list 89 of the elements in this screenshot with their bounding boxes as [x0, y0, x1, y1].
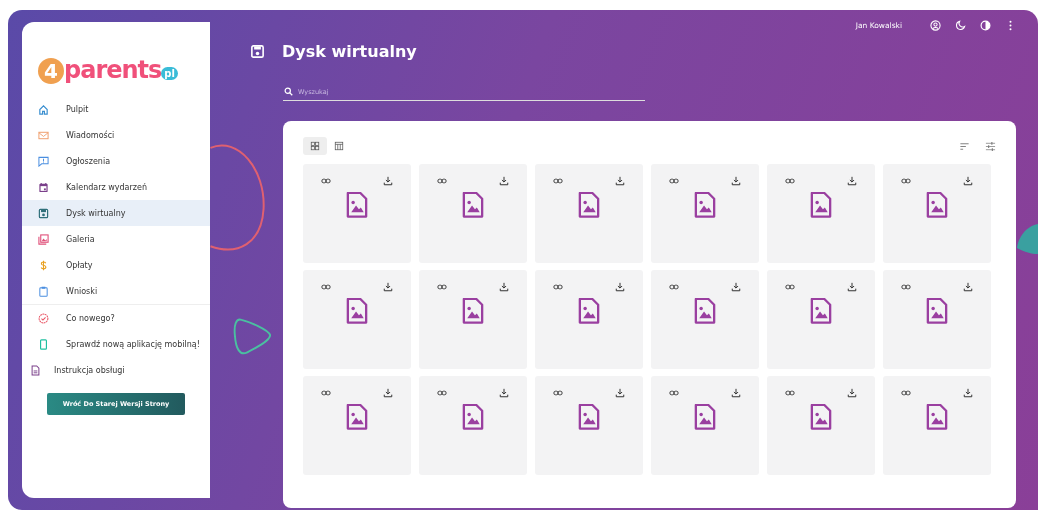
download-icon[interactable]	[963, 176, 973, 186]
image-file-icon	[926, 192, 948, 218]
table-view-icon	[334, 141, 344, 151]
link-icon[interactable]	[321, 176, 331, 186]
logo-suffix: pl	[161, 67, 178, 80]
sidebar-item[interactable]: Wiadomości	[22, 122, 210, 148]
sort-icon[interactable]	[959, 140, 970, 152]
link-icon[interactable]	[553, 282, 563, 292]
decorative-blob	[1016, 222, 1038, 256]
download-icon[interactable]	[847, 388, 857, 398]
image-file-icon	[694, 298, 716, 324]
link-icon[interactable]	[901, 176, 911, 186]
link-icon[interactable]	[553, 388, 563, 398]
check-badge-icon	[38, 312, 49, 324]
sidebar-item[interactable]: Sprawdź nową aplikację mobilną!	[22, 331, 210, 357]
link-icon[interactable]	[669, 176, 679, 186]
link-icon[interactable]	[553, 176, 563, 186]
account-icon[interactable]	[930, 19, 941, 31]
image-file-icon	[578, 404, 600, 430]
clipboard-icon	[38, 285, 49, 297]
grid-view-toggle[interactable]	[303, 137, 327, 155]
sidebar-item[interactable]: Co nowego?	[22, 305, 210, 331]
sidebar-item[interactable]: Pulpit	[22, 96, 210, 122]
download-icon[interactable]	[383, 282, 393, 292]
image-file-icon	[926, 404, 948, 430]
image-file-icon	[346, 192, 368, 218]
download-icon[interactable]	[963, 282, 973, 292]
logo-wordmark: parents	[64, 56, 162, 84]
image-file-icon	[926, 298, 948, 324]
image-file-icon	[462, 298, 484, 324]
filter-sliders-icon[interactable]	[985, 140, 996, 152]
image-file-icon	[810, 298, 832, 324]
image-file-icon	[694, 404, 716, 430]
download-icon[interactable]	[499, 282, 509, 292]
smartphone-icon	[38, 338, 49, 350]
grid-view-icon	[310, 141, 320, 151]
link-icon[interactable]	[437, 282, 447, 292]
image-file-icon	[578, 298, 600, 324]
search-icon	[284, 87, 293, 96]
link-icon[interactable]	[437, 176, 447, 186]
sidebar-item[interactable]: Ogłoszenia	[22, 148, 210, 174]
link-icon[interactable]	[321, 282, 331, 292]
download-icon[interactable]	[615, 176, 625, 186]
calendar-icon	[38, 181, 49, 193]
download-icon[interactable]	[731, 388, 741, 398]
sidebar-item[interactable]: Kalendarz wydarzeń	[22, 174, 210, 200]
link-icon[interactable]	[785, 282, 795, 292]
link-icon[interactable]	[321, 388, 331, 398]
download-icon[interactable]	[615, 388, 625, 398]
download-icon[interactable]	[731, 176, 741, 186]
download-icon[interactable]	[963, 388, 973, 398]
image-file-icon	[810, 404, 832, 430]
dollar-icon	[38, 259, 49, 271]
photo-stack-icon	[38, 233, 49, 245]
logo-digit: 4	[38, 58, 64, 84]
page-title: Dysk wirtualny	[282, 42, 417, 61]
download-icon[interactable]	[615, 282, 625, 292]
image-file-icon	[694, 192, 716, 218]
home-icon	[38, 103, 49, 115]
link-icon[interactable]	[901, 282, 911, 292]
download-icon[interactable]	[383, 388, 393, 398]
download-icon[interactable]	[499, 176, 509, 186]
moon-icon[interactable]	[955, 19, 966, 31]
sidebar-item[interactable]: Dysk wirtualny	[22, 200, 210, 226]
document-icon	[30, 364, 41, 376]
download-icon[interactable]	[731, 282, 741, 292]
download-icon[interactable]	[383, 176, 393, 186]
sidebar-item[interactable]: Instrukcja obsługi	[22, 357, 210, 383]
image-file-icon	[346, 404, 368, 430]
link-icon[interactable]	[785, 176, 795, 186]
image-file-icon	[462, 192, 484, 218]
download-icon[interactable]	[847, 282, 857, 292]
sidebar-item[interactable]: Galeria	[22, 226, 210, 252]
link-icon[interactable]	[669, 388, 679, 398]
image-file-icon	[346, 298, 368, 324]
link-icon[interactable]	[437, 388, 447, 398]
link-icon[interactable]	[669, 282, 679, 292]
image-file-icon	[462, 404, 484, 430]
envelope-icon	[38, 129, 49, 141]
download-icon[interactable]	[499, 388, 509, 398]
link-icon[interactable]	[901, 388, 911, 398]
image-file-icon	[578, 192, 600, 218]
sidebar-item[interactable]: Opłaty	[22, 252, 210, 278]
contrast-icon[interactable]	[980, 19, 991, 31]
image-file-icon	[810, 192, 832, 218]
download-icon[interactable]	[847, 176, 857, 186]
sidebar-item[interactable]: Wnioski	[22, 278, 210, 304]
speech-bubble-icon	[38, 155, 49, 167]
link-icon[interactable]	[785, 388, 795, 398]
